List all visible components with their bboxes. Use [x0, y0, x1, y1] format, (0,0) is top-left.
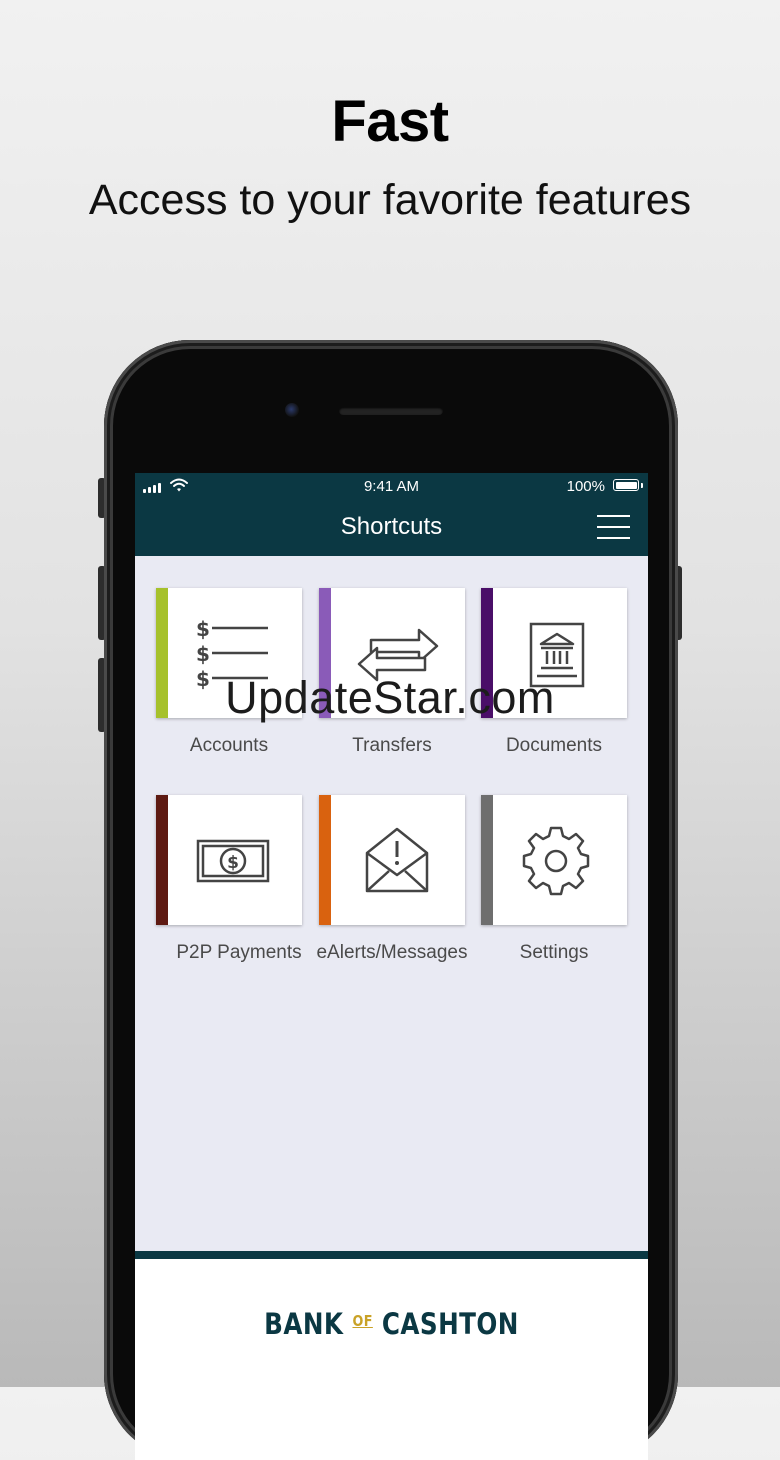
earpiece-speaker [339, 407, 443, 415]
svg-text:$: $ [196, 642, 210, 666]
logo-word-cashton: CASHTON [381, 1307, 519, 1341]
shortcut-card[interactable] [481, 795, 627, 925]
accent-stripe [319, 795, 331, 925]
status-bar: 9:41 AM 100% [135, 473, 648, 499]
accent-stripe [481, 795, 493, 925]
alert-envelope-icon [365, 827, 429, 893]
phone-frame: 9:41 AM 100% Shortcuts $ $ $ Accounts Tr… [104, 340, 678, 1460]
shortcut-card[interactable] [319, 795, 465, 925]
logo-word-of: OF [352, 1312, 373, 1330]
svg-text:$: $ [196, 617, 210, 641]
accent-stripe [156, 795, 168, 925]
front-camera [285, 403, 299, 417]
footer: BANK OF CASHTON [135, 1259, 648, 1460]
shortcut-label: Transfers [352, 735, 432, 756]
logo-word-bank: BANK [264, 1307, 344, 1341]
dollar-bill-icon: $ [196, 839, 270, 883]
shortcut-label: Settings [519, 942, 589, 963]
footer-divider [135, 1251, 648, 1259]
shortcut-label: Accounts [189, 735, 269, 756]
hero-title: Fast [331, 89, 449, 154]
navigation-bar: Shortcuts [135, 499, 648, 556]
shortcut-label: Documents [505, 735, 603, 756]
svg-text:$: $ [227, 853, 239, 873]
battery-tip [641, 483, 643, 488]
shortcut-card[interactable]: $ [156, 795, 302, 925]
gear-icon [522, 826, 590, 896]
shortcut-label: eAlerts/Messages [316, 942, 468, 963]
watermark: UpdateStar.com [225, 672, 555, 723]
page-title: Shortcuts [340, 513, 443, 540]
app-screen: 9:41 AM 100% Shortcuts $ $ $ Accounts Tr… [135, 473, 648, 1460]
battery-icon [613, 479, 639, 491]
battery-percentage: 100% [566, 478, 605, 495]
bank-logo: BANK OF CASHTON [173, 1307, 609, 1341]
hero-subtitle: Access to your favorite features [88, 176, 692, 224]
hamburger-menu-icon[interactable] [597, 515, 630, 539]
